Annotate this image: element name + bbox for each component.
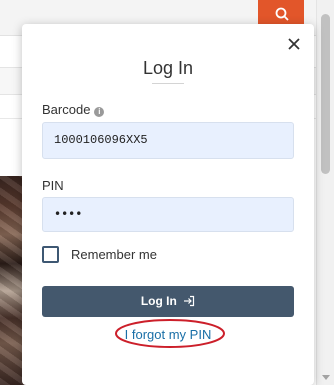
remember-me-label[interactable]: Remember me bbox=[71, 247, 157, 262]
scrollbar[interactable] bbox=[316, 0, 334, 385]
pin-input[interactable]: •••• bbox=[42, 197, 294, 232]
login-icon bbox=[184, 295, 195, 307]
barcode-input[interactable]: 1000106096XX5 bbox=[42, 122, 294, 159]
close-button[interactable] bbox=[284, 34, 304, 54]
scrollbar-thumb[interactable] bbox=[321, 14, 330, 174]
login-button-label: Log In bbox=[140, 294, 177, 308]
modal-title: Log In bbox=[142, 58, 194, 78]
title-divider bbox=[152, 83, 184, 84]
close-icon bbox=[288, 38, 300, 50]
login-button[interactable]: Log In bbox=[42, 286, 294, 317]
scroll-down-arrow[interactable] bbox=[322, 375, 330, 380]
barcode-label-text: Barcode bbox=[42, 102, 91, 117]
barcode-label: Barcode i bbox=[42, 102, 105, 117]
login-modal: Log In Barcode i 1000106096XX5 PIN •••• R… bbox=[22, 24, 314, 385]
page: Log In Barcode i 1000106096XX5 PIN •••• R… bbox=[0, 0, 334, 385]
remember-me-checkbox[interactable] bbox=[42, 246, 59, 263]
search-icon bbox=[275, 7, 289, 21]
info-icon[interactable]: i bbox=[94, 107, 105, 117]
pin-label: PIN bbox=[42, 178, 64, 193]
forgot-pin-link[interactable]: I forgot my PIN bbox=[22, 327, 314, 342]
